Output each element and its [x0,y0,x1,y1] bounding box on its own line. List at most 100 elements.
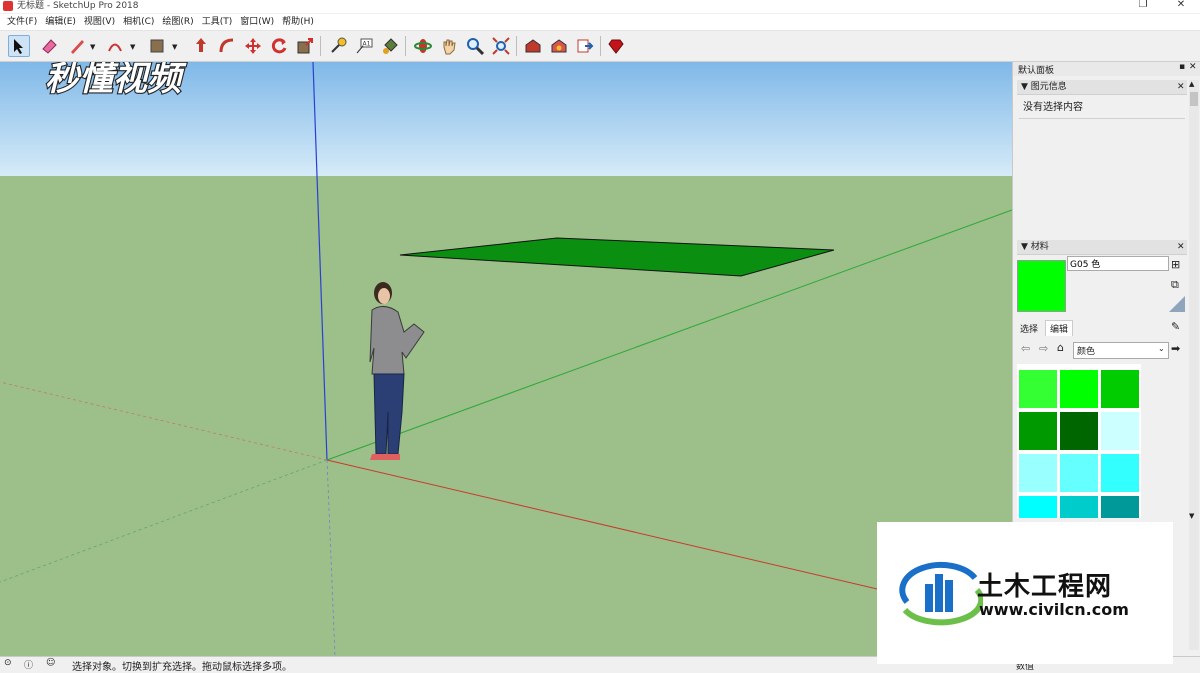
restore-button[interactable]: ❐ [1128,0,1158,12]
rotate-tool-button[interactable] [268,35,290,57]
miaodong-video-watermark-logo: 秒懂视频 [44,62,188,100]
material-name-field[interactable] [1067,256,1169,271]
restore-icon: ❐ [1138,0,1148,10]
home-icon[interactable]: ⌂ [1057,341,1064,354]
paint-bucket-tool-button[interactable] [379,35,401,57]
rectangle-face[interactable] [399,237,835,277]
red-axis-hidden [0,381,328,461]
material-swatch[interactable] [1101,370,1139,408]
shape-tool-button[interactable] [146,35,168,57]
panel-scrollbar[interactable]: ▲ ▼ [1189,80,1199,650]
tape-measure-icon [331,37,347,53]
warehouse-icon [525,39,541,53]
pan-tool-button[interactable] [438,35,460,57]
entity-info-close-icon[interactable]: ✕ [1177,80,1185,94]
library-dropdown[interactable]: 颜色 ⌄ [1073,342,1169,359]
material-swatch[interactable] [1019,496,1057,518]
orbit-tool-button[interactable] [412,35,434,57]
toolbar-separator [600,36,601,56]
ruby-extension-button[interactable] [605,35,627,57]
zoom-extents-icon [492,37,510,55]
tab-edit[interactable]: 编辑 [1045,320,1074,336]
entity-info-header[interactable]: ▼ 图元信息 ✕ [1017,80,1187,95]
scale-figure-person[interactable] [369,282,425,460]
scroll-down-arrow-icon[interactable]: ▼ [1189,512,1194,520]
menu-help[interactable]: 帮助(H) [278,14,318,30]
material-swatch[interactable] [1101,454,1139,492]
sample-paint-corner-icon[interactable] [1169,296,1185,312]
select-tool-button[interactable] [8,35,30,57]
collapse-triangle-icon: ▼ [1021,242,1028,252]
details-arrow-icon[interactable]: ➡ [1171,342,1180,355]
civilcn-brand-text: 土木工程网 [977,572,1113,602]
current-material-preview[interactable] [1017,260,1066,312]
svg-text:A1: A1 [363,41,371,48]
tape-measure-tool-button[interactable] [327,35,349,57]
info-icon[interactable]: ⓘ [24,658,33,671]
green-axis-hidden [0,459,328,583]
menu-list: 文件(F) 编辑(E) 视图(V) 相机(C) 绘图(R) 工具(T) 窗口(W… [3,14,318,30]
back-arrow-icon[interactable]: ⇦ [1021,342,1030,355]
material-swatch[interactable] [1101,496,1139,518]
follow-me-tool-button[interactable] [216,35,238,57]
material-swatch[interactable] [1060,496,1098,518]
eyedropper-icon[interactable]: ✎ [1171,320,1180,333]
shape-dropdown-arrow-icon[interactable]: ▼ [172,43,177,51]
menu-view[interactable]: 视图(V) [80,14,119,30]
menu-edit[interactable]: 编辑(E) [41,14,80,30]
pin-icon[interactable]: ▪ [1179,62,1185,72]
tab-select[interactable]: 选择 [1017,322,1041,335]
materials-header[interactable]: ▼ 材料 ✕ [1017,240,1187,255]
tray-close-icon[interactable]: ✕ [1189,62,1197,72]
material-swatch[interactable] [1019,370,1057,408]
scene-canvas [0,62,1012,656]
menu-file[interactable]: 文件(F) [3,14,41,30]
geo-location-icon[interactable]: ⊙ [4,658,12,668]
close-button[interactable]: ✕ [1166,0,1196,12]
layout-send-button[interactable] [574,35,596,57]
display-secondary-sampler-icon[interactable]: ⊞ [1171,258,1180,271]
material-swatch[interactable] [1019,454,1057,492]
material-swatch[interactable] [1019,412,1057,450]
scroll-thumb[interactable] [1190,92,1198,106]
material-swatch[interactable] [1060,454,1098,492]
menu-window[interactable]: 窗口(W) [236,14,278,30]
send-to-layout-icon [577,39,594,53]
extension-warehouse-icon [551,39,567,53]
toolbar-separator [405,36,406,56]
user-icon[interactable]: ☺ [46,658,55,668]
eraser-tool-button[interactable] [38,35,60,57]
svg-text:秒懂视频: 秒懂视频 [45,62,187,99]
collapse-triangle-icon: ▼ [1021,82,1028,92]
menu-camera[interactable]: 相机(C) [119,14,158,30]
move-tool-button[interactable] [242,35,264,57]
material-swatch[interactable] [1101,412,1139,450]
toolbar-separator [320,36,321,56]
line-tool-button[interactable] [66,35,88,57]
divider [1019,118,1185,119]
text-tool-button[interactable]: A1 [353,35,375,57]
line-dropdown-arrow-icon[interactable]: ▼ [90,43,95,51]
forward-arrow-icon[interactable]: ⇨ [1039,342,1048,355]
modeling-viewport[interactable]: 秒懂视频 [0,62,1012,656]
zoom-extents-tool-button[interactable] [490,35,512,57]
ruby-gem-icon [608,39,624,54]
scroll-up-arrow-icon[interactable]: ▲ [1189,80,1194,88]
blue-axis-hidden [326,459,336,656]
scale-tool-button[interactable] [294,35,316,57]
materials-close-icon[interactable]: ✕ [1177,240,1185,254]
menu-draw[interactable]: 绘图(R) [158,14,197,30]
menu-tools[interactable]: 工具(T) [198,14,237,30]
arc-dropdown-arrow-icon[interactable]: ▼ [130,43,135,51]
title-bar: 无标题 - SketchUp Pro 2018 ❐ ✕ [0,0,1200,13]
3d-warehouse-button[interactable] [522,35,544,57]
arc-tool-button[interactable] [104,35,126,57]
create-material-icon[interactable]: ⧉ [1171,278,1179,292]
material-swatch[interactable] [1060,412,1098,450]
zoom-tool-button[interactable] [464,35,486,57]
material-swatch[interactable] [1060,370,1098,408]
push-pull-tool-button[interactable] [190,35,212,57]
eraser-icon [42,39,57,54]
paint-bucket-icon [383,38,398,54]
extension-warehouse-button[interactable] [548,35,570,57]
